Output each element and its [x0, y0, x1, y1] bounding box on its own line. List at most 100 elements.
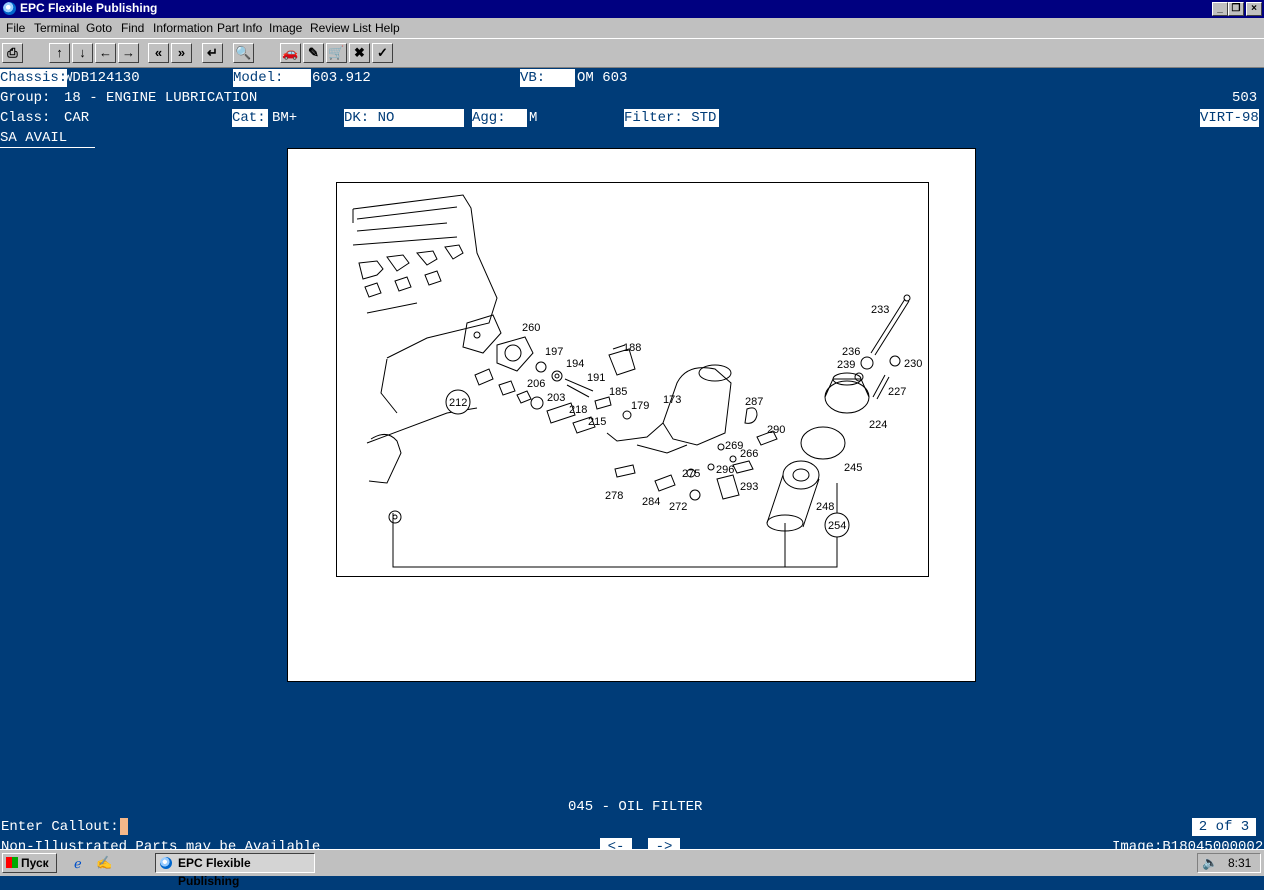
menu-image[interactable]: Image — [269, 21, 302, 35]
callout-185: 185 — [609, 386, 627, 398]
dk-field[interactable]: DK: NO — [344, 109, 464, 127]
callout-173: 173 — [663, 394, 681, 406]
page-indicator: 2 of 3 — [1192, 818, 1256, 836]
class-value: CAR — [64, 110, 90, 126]
vb-value: OM 603 — [577, 70, 628, 86]
start-button[interactable]: Пуск — [2, 853, 57, 873]
callout-input[interactable] — [120, 818, 128, 835]
menu-goto[interactable]: Goto — [86, 21, 112, 35]
non-illustrated-note: Non-Illustrated Parts may be Available — [1, 839, 321, 849]
callout-272: 272 — [669, 501, 687, 513]
task-label: EPC Flexible Publishing — [178, 856, 251, 888]
virt-field: VIRT-98 — [1200, 109, 1259, 127]
filter-field[interactable]: Filter: STD — [624, 109, 719, 127]
callout-218: 218 — [569, 404, 587, 416]
group-label: Group: — [0, 90, 51, 106]
callout-266: 266 — [740, 448, 758, 460]
callout-230: 230 — [904, 358, 922, 370]
agg-value: M — [529, 110, 538, 126]
arrow-left-icon[interactable]: ← — [95, 43, 116, 63]
parts-diagram-svg: 260 197 194 188 191 185 179 173 206 203 … — [352, 194, 922, 568]
callout-245: 245 — [844, 462, 862, 474]
callout-290: 290 — [767, 424, 785, 436]
cart-remove-icon[interactable]: ✖ — [349, 43, 370, 63]
epc-app-icon — [160, 857, 172, 869]
callout-287: 287 — [745, 396, 763, 408]
callout-197: 197 — [545, 346, 563, 358]
group-value: 18 - ENGINE LUBRICATION — [64, 90, 258, 106]
menu-help[interactable]: Help — [375, 21, 400, 35]
clock: 8:31 — [1228, 856, 1252, 870]
system-tray: 🔈 8:31 — [1197, 853, 1261, 873]
model-value: 603.912 — [312, 70, 371, 86]
image-id: Image:B18045000002 — [1112, 839, 1264, 849]
start-label: Пуск — [21, 856, 49, 870]
callout-188: 188 — [623, 342, 641, 354]
cart-icon[interactable]: 🛒 — [326, 43, 347, 63]
search-icon[interactable]: 🔍 — [233, 43, 254, 63]
vb-label: VB: — [520, 69, 575, 87]
arrow-up-icon[interactable]: ↑ — [49, 43, 70, 63]
next-button[interactable]: -> — [648, 838, 680, 849]
group-code: 503 — [1232, 90, 1258, 106]
print-icon[interactable]: ⎙ — [2, 43, 23, 63]
parts-drawing-sheet: 260 197 194 188 191 185 179 173 206 203 … — [287, 148, 976, 682]
list-edit-icon[interactable]: ✓ — [372, 43, 393, 63]
callout-227: 227 — [888, 386, 906, 398]
callout-254: 254 — [828, 520, 846, 532]
callout-284: 284 — [642, 496, 660, 508]
callout-215: 215 — [588, 416, 606, 428]
callout-296: 296 — [716, 464, 734, 476]
arrow-down-icon[interactable]: ↓ — [72, 43, 93, 63]
page-back-icon[interactable]: « — [148, 43, 169, 63]
cat-label: Cat: — [232, 109, 268, 127]
callout-293: 293 — [740, 481, 758, 493]
close-button[interactable]: × — [1246, 2, 1262, 16]
windows-logo-icon — [6, 857, 18, 868]
exploded-parts-diagram[interactable]: 260 197 194 188 191 185 179 173 206 203 … — [336, 182, 929, 577]
cat-value: BM+ — [272, 110, 298, 126]
callout-191: 191 — [587, 372, 605, 384]
title-bar: EPC Flexible Publishing _ ❐ × — [0, 0, 1264, 18]
enter-icon[interactable]: ↵ — [202, 43, 223, 63]
callout-179: 179 — [631, 400, 649, 412]
callout-275: 275 — [682, 468, 700, 480]
menu-terminal[interactable]: Terminal — [34, 21, 79, 35]
menu-part-info[interactable]: Part Info — [217, 21, 262, 35]
notepad-icon[interactable]: ✍ — [96, 855, 112, 871]
callout-194: 194 — [566, 358, 584, 370]
notes-icon[interactable]: ✎ — [303, 43, 324, 63]
app-icon — [3, 2, 16, 15]
arrow-right-icon[interactable]: → — [118, 43, 139, 63]
taskbar: Пуск ℯ ✍ EPC Flexible Publishing 🔈 8:31 — [0, 849, 1264, 888]
sa-avail-field[interactable]: SA AVAIL — [0, 129, 95, 148]
volume-icon[interactable]: 🔈 — [1202, 855, 1218, 871]
callout-224: 224 — [869, 419, 887, 431]
callout-260: 260 — [522, 322, 540, 334]
chassis-label: Chassis: — [0, 69, 68, 87]
ie-icon[interactable]: ℯ — [74, 856, 82, 872]
callout-212: 212 — [449, 397, 467, 409]
agg-label: Agg: — [472, 109, 527, 127]
class-label: Class: — [0, 110, 51, 126]
minimize-button[interactable]: _ — [1212, 2, 1228, 16]
restore-button[interactable]: ❐ — [1228, 2, 1244, 16]
menu-find[interactable]: Find — [121, 21, 144, 35]
callout-233: 233 — [871, 304, 889, 316]
vehicle-icon[interactable]: 🚗 — [280, 43, 301, 63]
callout-278: 278 — [605, 490, 623, 502]
section-title: 045 - OIL FILTER — [568, 799, 703, 815]
page-forward-icon[interactable]: » — [171, 43, 192, 63]
prev-button[interactable]: <- — [600, 838, 632, 849]
menu-file[interactable]: File — [6, 21, 25, 35]
menu-bar: File Terminal Goto Find Information Part… — [0, 18, 1264, 38]
task-epc-button[interactable]: EPC Flexible Publishing — [155, 853, 315, 888]
callout-206: 206 — [527, 378, 545, 390]
chassis-value: WDB124130 — [64, 70, 140, 86]
model-label: Model: — [233, 69, 311, 87]
callout-239: 239 — [837, 359, 855, 371]
callout-236: 236 — [842, 346, 860, 358]
callout-203: 203 — [547, 392, 565, 404]
menu-review-list[interactable]: Review List — [310, 21, 371, 35]
menu-information[interactable]: Information — [153, 21, 213, 35]
